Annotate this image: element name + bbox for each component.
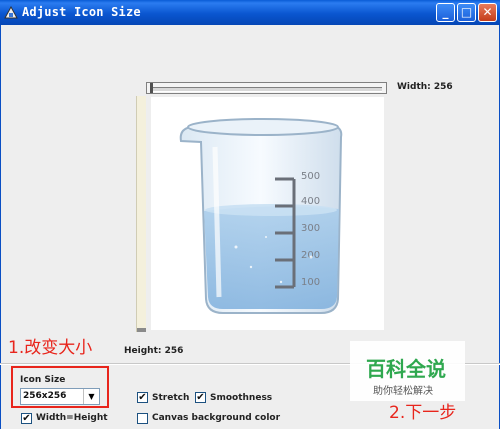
width-label: Width: 256 xyxy=(397,82,453,92)
canvas-bg-checkbox[interactable] xyxy=(137,413,148,424)
icon-size-value: 256x256 xyxy=(23,391,67,401)
chevron-down-icon[interactable]: ▼ xyxy=(83,389,99,404)
height-slider[interactable] xyxy=(136,96,146,332)
stretch-checkbox[interactable]: ✔ xyxy=(137,392,148,403)
title-bar[interactable]: Adjust Icon Size _ □ ✕ xyxy=(0,0,500,25)
width-equals-height-checkbox[interactable]: ✔ xyxy=(21,413,32,424)
icon-size-select[interactable]: 256x256 ▼ xyxy=(20,388,100,405)
scale-label: 400 xyxy=(301,196,320,207)
scale-label: 200 xyxy=(301,250,320,261)
maximize-button[interactable]: □ xyxy=(457,3,476,22)
canvas-bg-label: Canvas background color xyxy=(152,413,281,423)
close-button[interactable]: ✕ xyxy=(478,3,497,22)
app-icon xyxy=(4,6,18,19)
width-slider-track xyxy=(151,87,382,92)
width-slider-thumb[interactable] xyxy=(150,83,153,93)
smoothness-label: Smoothness xyxy=(210,393,273,403)
preview-canvas: 500 400 300 200 100 xyxy=(151,97,384,330)
width-slider[interactable] xyxy=(146,82,387,94)
scale-label: 300 xyxy=(301,223,320,234)
scale-label: 500 xyxy=(301,171,320,182)
minimize-button[interactable]: _ xyxy=(436,3,455,22)
scale-label: 100 xyxy=(301,277,320,288)
beaker-icon: 500 400 300 200 100 xyxy=(179,118,343,314)
width-equals-height-label: Width=Height xyxy=(36,413,108,423)
height-label: Height: 256 xyxy=(124,346,184,356)
watermark-slogan: 助你轻松解决 xyxy=(373,386,433,397)
watermark-brand: 百科全说 xyxy=(366,357,446,381)
window-title: Adjust Icon Size xyxy=(22,5,141,19)
stretch-label: Stretch xyxy=(152,393,190,403)
icon-size-label: Icon Size xyxy=(20,375,66,385)
step1-annotation: 1.改变大小 xyxy=(8,338,93,358)
height-slider-thumb[interactable] xyxy=(137,328,146,332)
smoothness-checkbox[interactable]: ✔ xyxy=(195,392,206,403)
step2-annotation: 2.下一步 xyxy=(389,403,457,423)
